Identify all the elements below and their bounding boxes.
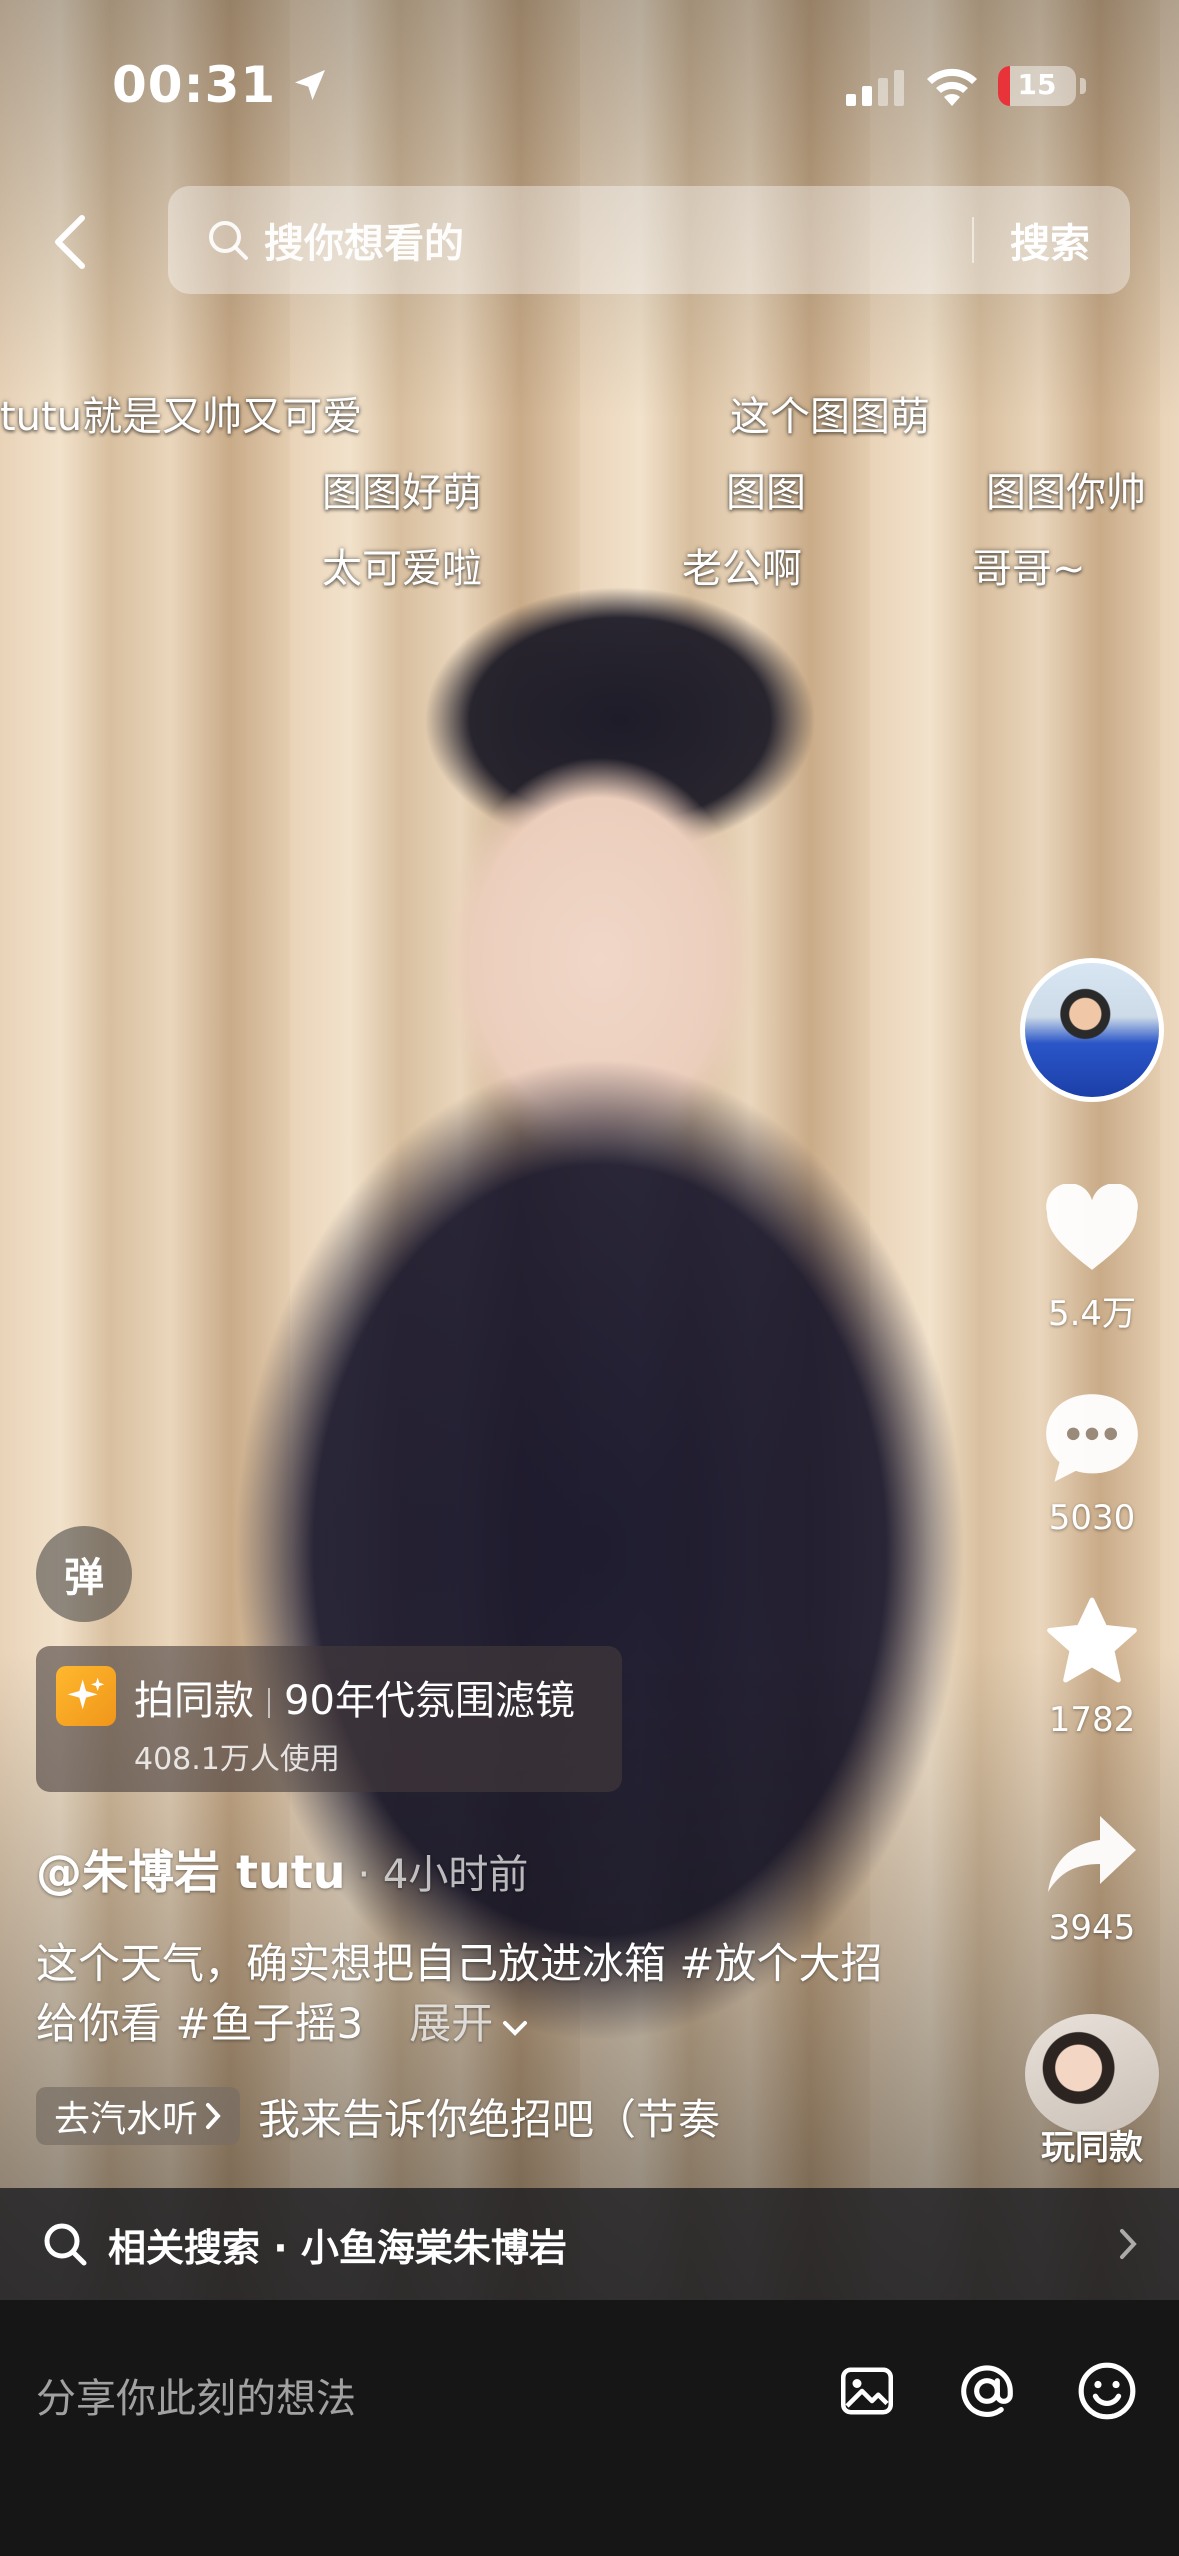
search-icon (44, 2223, 87, 2266)
back-button[interactable] (40, 205, 100, 279)
location-arrow-icon (295, 70, 326, 100)
battery-tip (1080, 78, 1086, 94)
share-button[interactable]: 3945 (1030, 1812, 1154, 1948)
chevron-down-icon (503, 2021, 528, 2036)
play-same-button[interactable]: 玩同款 (1020, 2014, 1164, 2169)
search-icon (209, 221, 248, 260)
danmaku-comment: 图图你帅 (986, 470, 1146, 516)
star-icon (1047, 1597, 1137, 1683)
favorite-count: 1782 (1048, 1700, 1136, 1740)
comment-count: 5030 (1048, 1498, 1136, 1538)
chevron-right-icon (206, 2103, 221, 2129)
post-caption[interactable]: 这个天气，确实想把自己放进冰箱 #放个大招给你看 #鱼子摇3 展开 (36, 1934, 896, 2054)
effect-separator (268, 1688, 270, 1718)
danmaku-comment: 图图 (726, 470, 806, 516)
battery-indicator: 15 (998, 66, 1076, 106)
comment-input[interactable]: 分享你此刻的想法 (36, 2366, 356, 2424)
expand-link[interactable]: 展开 (409, 1999, 493, 2048)
effect-card[interactable]: 拍同款 90年代氛围滤镜 408.1万人使用 (36, 1646, 622, 1792)
share-count: 3945 (1048, 1908, 1136, 1948)
status-bar: 00:31 15 (0, 0, 1179, 170)
like-count: 5.4万 (1047, 1294, 1137, 1334)
status-time: 00:31 (112, 56, 330, 114)
music-row[interactable]: 去汽水听 我来告诉你绝招吧（节奏 (36, 2086, 720, 2146)
danmaku-comment: 哥哥~ (972, 546, 1086, 592)
image-icon (841, 2367, 893, 2415)
like-button[interactable]: 5.4万 (1030, 1184, 1154, 1335)
favorite-button[interactable]: 1782 (1030, 1596, 1154, 1740)
comment-bar: 分享你此刻的想法 (0, 2300, 1179, 2556)
listen-chip-label: 去汽水听 (54, 2099, 199, 2140)
listen-chip[interactable]: 去汽水听 (36, 2087, 241, 2145)
play-same-label: 玩同款 (1041, 2128, 1143, 2168)
clock: 00:31 (112, 56, 277, 114)
image-button[interactable] (834, 2358, 900, 2424)
emoji-smile-icon (1078, 2362, 1136, 2420)
search-divider (972, 217, 974, 263)
share-arrow-icon (1048, 1816, 1136, 1892)
effect-name: 拍同款 (134, 1678, 254, 1724)
author-name[interactable]: @朱博岩 tutu (36, 1845, 346, 1899)
effect-title: 拍同款 90年代氛围滤镜 (134, 1668, 575, 1726)
comment-bubble-icon (1046, 1394, 1138, 1482)
search-button[interactable]: 搜索 (1010, 211, 1090, 269)
music-title[interactable]: 我来告诉你绝招吧（节奏 (258, 2086, 720, 2147)
creator-avatar[interactable] (1020, 958, 1164, 1102)
effect-filter: 90年代氛围滤镜 (284, 1678, 575, 1724)
danmaku-comment: 太可爱啦 (322, 546, 482, 592)
effect-users: 408.1万人使用 (134, 1742, 340, 1777)
wifi-icon (927, 68, 977, 106)
comment-button[interactable]: 5030 (1030, 1390, 1154, 1538)
danmaku-comment: 图图好萌 (322, 470, 482, 516)
related-search-text: 相关搜索 · 小鱼海棠朱博岩 (108, 2225, 567, 2270)
related-search-bar[interactable]: 相关搜索 · 小鱼海棠朱博岩 (0, 2188, 1179, 2300)
danmu-toggle-label: 弹 (64, 1555, 104, 1601)
chevron-left-icon (55, 215, 85, 269)
cellular-signal-icon (846, 70, 904, 106)
chevron-right-icon (1120, 2229, 1137, 2259)
emoji-button[interactable] (1074, 2358, 1140, 2424)
danmu-toggle-button[interactable]: 弹 (36, 1526, 132, 1622)
play-same-thumbnail (1025, 2014, 1159, 2134)
search-bar[interactable]: 搜你想看的 搜索 (168, 186, 1130, 294)
battery-percent: 15 (1017, 68, 1057, 101)
mention-button[interactable] (954, 2358, 1020, 2424)
at-sign-icon (961, 2365, 1013, 2418)
author-line[interactable]: @朱博岩 tutu · 4小时前 (36, 1836, 528, 1902)
danmaku-comment: 这个图图萌 (730, 394, 930, 440)
post-time: · 4小时前 (357, 1852, 529, 1898)
heart-icon (1046, 1184, 1138, 1270)
danmaku-comment: tutu就是又帅又可爱 (0, 394, 363, 440)
sparkle-icon (56, 1666, 116, 1726)
danmaku-comment: 老公啊 (682, 546, 802, 592)
search-input[interactable]: 搜你想看的 (264, 211, 972, 269)
